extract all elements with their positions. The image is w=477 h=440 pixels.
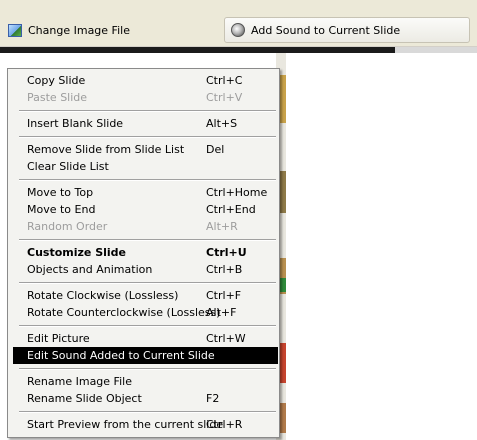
menu-item-label: Random Order [27, 220, 108, 233]
menu-item-label: Rotate Counterclockwise (Lossless) [27, 306, 221, 319]
add-sound-label: Add Sound to Current Slide [251, 23, 401, 37]
menu-item-shortcut: F2 [206, 392, 220, 405]
menu-separator [19, 179, 276, 181]
menu-item[interactable]: Edit Sound Added to Current Slide [13, 347, 278, 364]
menu-item[interactable]: Edit Picture Ctrl+W [19, 330, 277, 347]
menu-separator [19, 110, 276, 112]
add-sound-button[interactable]: Add Sound to Current Slide [224, 17, 470, 43]
timeline-strip [0, 47, 395, 53]
menu-item[interactable]: Clear Slide List [19, 158, 277, 175]
menu-item: Paste Slide Ctrl+V [19, 89, 277, 106]
menu-item-label: Clear Slide List [27, 160, 109, 173]
sound-disc-icon [231, 23, 245, 37]
menu-item[interactable]: Rotate Counterclockwise (Lossless) Alt+F [19, 304, 277, 321]
menu-item-label: Insert Blank Slide [27, 117, 124, 130]
menu-item[interactable]: Customize Slide Ctrl+U [19, 244, 277, 261]
menu-item[interactable]: Rotate Clockwise (Lossless) Ctrl+F [19, 287, 277, 304]
timeline-strip-end [395, 47, 477, 53]
menu-item[interactable]: Move to End Ctrl+End [19, 201, 277, 218]
menu-item-label: Objects and Animation [27, 263, 153, 276]
menu-item-shortcut: Alt+S [206, 117, 238, 130]
menu-item-label: Edit Picture [27, 332, 90, 345]
menu-item-label: Paste Slide [27, 91, 88, 104]
menu-item[interactable]: Copy Slide Ctrl+C [19, 72, 277, 89]
menu-separator [19, 239, 276, 241]
menu-item-label: Rename Image File [27, 375, 132, 388]
menu-item-label: Rotate Clockwise (Lossless) [27, 289, 179, 302]
change-image-file-button[interactable]: Change Image File [2, 18, 192, 42]
toolbar: Change Image File Add Sound to Current S… [0, 0, 477, 47]
menu-item-label: Move to Top [27, 186, 94, 199]
menu-separator [19, 136, 276, 138]
menu-item-shortcut: Alt+R [206, 220, 238, 233]
change-image-file-label: Change Image File [28, 23, 130, 37]
menu-separator [19, 411, 276, 413]
menu-item-label: Rename Slide Object [27, 392, 142, 405]
menu-item: Random Order Alt+R [19, 218, 277, 235]
menu-item[interactable]: Move to Top Ctrl+Home [19, 184, 277, 201]
menu-item[interactable]: Insert Blank Slide Alt+S [19, 115, 277, 132]
menu-item-label: Remove Slide from Slide List [27, 143, 185, 156]
menu-item-label: Copy Slide [27, 74, 86, 87]
menu-item-label: Start Preview from the current slide [27, 418, 224, 431]
menu-item[interactable]: Remove Slide from Slide List Del [19, 141, 277, 158]
menu-item[interactable]: Start Preview from the current slide Ctrl… [19, 416, 277, 433]
menu-item-shortcut: Alt+F [206, 306, 237, 319]
slide-context-menu: Copy Slide Ctrl+C Paste Slide Ctrl+V Insert … [7, 68, 280, 438]
menu-item[interactable]: Objects and Animation Ctrl+B [19, 261, 277, 278]
menu-item-shortcut: Ctrl+V [206, 91, 243, 104]
menu-item-shortcut: Ctrl+B [206, 263, 243, 276]
menu-item[interactable]: Rename Slide Object F2 [19, 390, 277, 407]
menu-item-shortcut: Ctrl+U [206, 246, 247, 259]
menu-item-label: Customize Slide [27, 246, 126, 259]
menu-item-label: Edit Sound Added to Current Slide [27, 349, 215, 362]
menu-item-shortcut: Del [206, 143, 225, 156]
image-file-icon [8, 23, 22, 37]
menu-separator [19, 325, 276, 327]
menu-item-shortcut: Ctrl+Home [206, 186, 268, 199]
menu-item-shortcut: Ctrl+W [206, 332, 246, 345]
menu-item-shortcut: Ctrl+End [206, 203, 256, 216]
menu-item[interactable]: Rename Image File [19, 373, 277, 390]
menu-item-label: Move to End [27, 203, 96, 216]
menu-item-shortcut: Ctrl+F [206, 289, 242, 302]
menu-separator [19, 368, 276, 370]
menu-item-shortcut: Ctrl+C [206, 74, 243, 87]
menu-separator [19, 282, 276, 284]
menu-item-shortcut: Ctrl+R [206, 418, 243, 431]
